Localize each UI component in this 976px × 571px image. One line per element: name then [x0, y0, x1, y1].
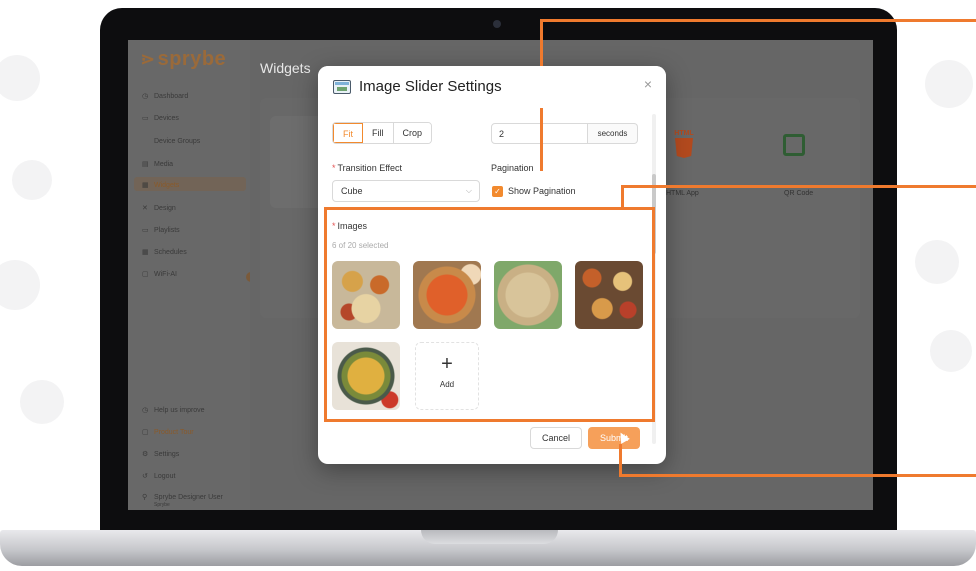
playlist-icon: ▭ [142, 227, 149, 234]
sidebar-item-label: Playlists [154, 227, 180, 234]
sidebar-item-label: Media [154, 161, 174, 168]
background-dot [0, 55, 40, 101]
callout-line-submit-h [619, 474, 976, 477]
user-icon: ⚲ [142, 494, 148, 501]
image-slider-icon [333, 80, 351, 94]
chevron-down-icon: ⌵ [465, 186, 472, 195]
user-name: Sprybe Designer User [154, 494, 223, 501]
images-highlight-box [324, 207, 655, 422]
fit-option-crop[interactable]: Crop [393, 123, 432, 143]
laptop-notch [421, 530, 558, 544]
transition-effect-label-text: Transition Effect [337, 163, 403, 173]
html5-icon: HTML [673, 130, 695, 160]
sidebar-item-label: Product Tour [154, 429, 194, 436]
sidebar-item-label: Devices [154, 115, 179, 122]
html-badge: HTML [674, 130, 694, 137]
show-pagination-checkbox[interactable]: ✓ [492, 186, 503, 197]
ai-icon: ▢ [142, 271, 149, 278]
sidebar-item-label: Device Groups [154, 138, 201, 145]
callout-line-images-h [621, 185, 976, 188]
sidebar-item-playlists[interactable]: ▭ Playlists [142, 226, 180, 234]
qr-code-icon [783, 134, 805, 156]
content-fit-segmented: Fit Fill Crop [332, 122, 433, 144]
show-pagination-label[interactable]: Show Pagination [508, 186, 576, 196]
close-icon[interactable]: × [644, 76, 652, 92]
duration-unit: seconds [588, 123, 638, 144]
modal-title: Image Slider Settings [359, 78, 502, 95]
dashboard-icon: ◷ [142, 93, 149, 100]
design-icon: ✕ [142, 205, 148, 212]
logout-icon: ↺ [142, 473, 148, 480]
sidebar-item-settings[interactable]: ⚙ Settings [142, 450, 179, 458]
sidebar-item-wifi-ai[interactable]: ▢ WiFi-AI [142, 270, 177, 278]
modal-header: Image Slider Settings × [318, 66, 666, 108]
sidebar-item-label: Widgets [154, 182, 180, 189]
sidebar-item-label: Design [154, 205, 176, 212]
fit-option-fit[interactable]: Fit [333, 123, 363, 143]
submit-button[interactable]: Submit [588, 427, 640, 449]
background-dot [12, 160, 52, 200]
brand-name: sprybe [157, 48, 227, 70]
app-sidebar: ⋗ sprybe ◷ Dashboard ▭ Devices Device Group… [128, 40, 250, 510]
callout-line-images-v [621, 185, 624, 209]
widget-label-html-app: HTML App [666, 190, 699, 197]
page-title: Widgets [260, 60, 311, 76]
sidebar-item-label: Settings [154, 451, 180, 458]
callout-line-pagination-h [540, 19, 976, 22]
widget-label-qr-code: QR Code [784, 190, 814, 197]
background-dot [0, 260, 40, 310]
sidebar-item-design[interactable]: ✕ Design [142, 204, 176, 212]
sidebar-item-label: Logout [154, 473, 176, 480]
tour-icon: ▢ [142, 429, 149, 436]
html5-shield [675, 138, 693, 158]
transition-effect-label: * Transition Effect [332, 163, 402, 173]
schedule-icon: ▦ [142, 249, 149, 256]
sidebar-item-media[interactable]: ▤ Media [142, 160, 173, 168]
transition-effect-select[interactable]: Cube ⌵ [332, 180, 480, 202]
sidebar-item-label: Dashboard [154, 93, 189, 100]
brand-mark-icon: ⋗ [140, 49, 156, 69]
user-profile[interactable]: ⚲ Sprybe Designer User [142, 493, 223, 501]
help-icon: ◷ [142, 407, 149, 414]
sidebar-item-product-tour[interactable]: ▢ Product Tour [142, 428, 194, 436]
brand-logo: ⋗ sprybe [140, 48, 226, 71]
webcam [493, 20, 501, 28]
sidebar-item-label: WiFi-AI [154, 271, 177, 278]
settings-icon: ⚙ [142, 451, 149, 458]
background-dot [930, 330, 972, 372]
widgets-icon: ▦ [142, 182, 149, 189]
background-dot [925, 60, 973, 108]
sidebar-item-logout[interactable]: ↺ Logout [142, 472, 175, 480]
sidebar-item-dashboard[interactable]: ◷ Dashboard [142, 92, 188, 100]
sidebar-item-widgets[interactable]: ▦ Widgets [142, 181, 179, 189]
callout-line-submit-v [619, 444, 622, 477]
background-dot [20, 380, 64, 424]
sidebar-item-label: Help us improve [154, 407, 205, 414]
sidebar-item-schedules[interactable]: ▦ Schedules [142, 248, 187, 256]
media-icon: ▤ [142, 161, 149, 168]
pagination-label: Pagination [491, 163, 534, 173]
sidebar-item-label: Schedules [154, 249, 187, 256]
transition-effect-value: Cube [341, 186, 363, 196]
user-subtitle: Sprybe [154, 502, 170, 508]
sidebar-item-help[interactable]: ◷ Help us improve [142, 406, 205, 414]
sidebar-item-device-groups[interactable]: Device Groups [154, 138, 200, 145]
devices-icon: ▭ [142, 115, 149, 122]
required-mark: * [332, 163, 336, 173]
fit-option-fill[interactable]: Fill [363, 123, 394, 143]
background-dot [915, 240, 959, 284]
cancel-button[interactable]: Cancel [530, 427, 582, 449]
sidebar-item-devices[interactable]: ▭ Devices [142, 114, 179, 122]
